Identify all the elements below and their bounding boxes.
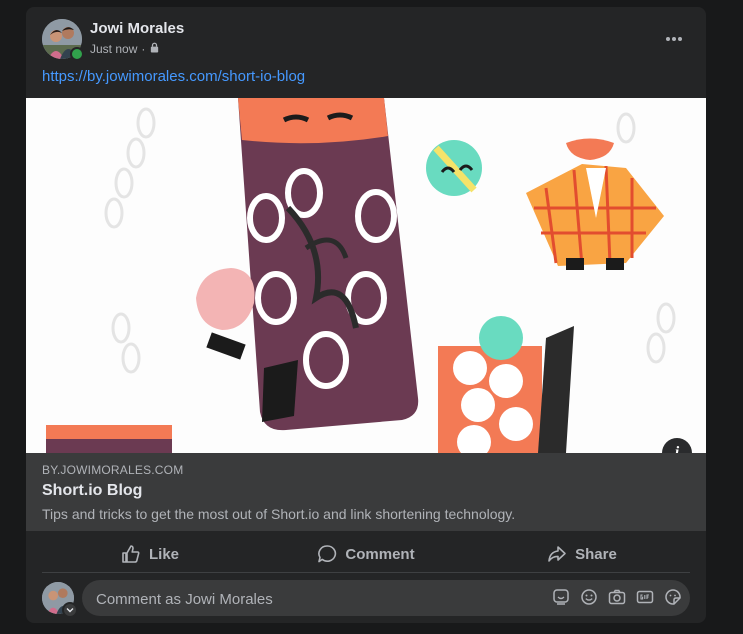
sticker-icon[interactable] (664, 588, 682, 606)
gif-icon[interactable] (636, 588, 654, 606)
comment-label: Comment (345, 545, 415, 563)
post-card: Jowi Morales Just now · https://by.jowim… (26, 7, 706, 623)
avatar-sticker-icon[interactable] (552, 588, 570, 606)
more-options-button[interactable] (658, 23, 690, 55)
lock-icon[interactable] (149, 42, 160, 56)
link-preview-image[interactable] (26, 98, 706, 453)
comment-input-wrapper (82, 580, 690, 618)
like-label: Like (148, 545, 179, 563)
post-actions: Like Comment Share (42, 536, 690, 573)
link-preview-card[interactable]: BY.JOWIMORALES.COM Short.io Blog Tips an… (26, 453, 706, 531)
post-meta: Just now · (90, 42, 160, 56)
share-label: Share (575, 545, 617, 563)
comment-input[interactable] (94, 580, 538, 618)
chevron-down-icon[interactable] (62, 602, 78, 618)
comment-button[interactable]: Comment (258, 536, 474, 572)
author-name[interactable]: Jowi Morales (90, 20, 184, 37)
online-status-dot (70, 47, 84, 61)
speech-bubble-icon (318, 545, 337, 563)
like-button[interactable]: Like (42, 536, 258, 572)
comment-tools (552, 588, 682, 606)
post-timestamp[interactable]: Just now (90, 42, 137, 56)
emoji-icon[interactable] (580, 588, 598, 606)
blog-illustration (26, 98, 706, 453)
preview-description: Tips and tricks to get the most out of S… (42, 506, 516, 522)
post-link[interactable]: https://by.jowimorales.com/short-io-blog (42, 68, 305, 85)
preview-domain: BY.JOWIMORALES.COM (42, 463, 184, 477)
post-header: Jowi Morales Just now · (42, 19, 690, 61)
preview-title: Short.io Blog (42, 482, 143, 499)
share-button[interactable]: Share (474, 536, 690, 572)
comment-composer (42, 580, 690, 618)
thumbs-up-icon (122, 545, 140, 563)
share-arrow-icon (548, 546, 566, 562)
meta-separator: · (141, 42, 146, 56)
camera-icon[interactable] (608, 588, 626, 606)
more-horizontal-icon (666, 37, 682, 41)
